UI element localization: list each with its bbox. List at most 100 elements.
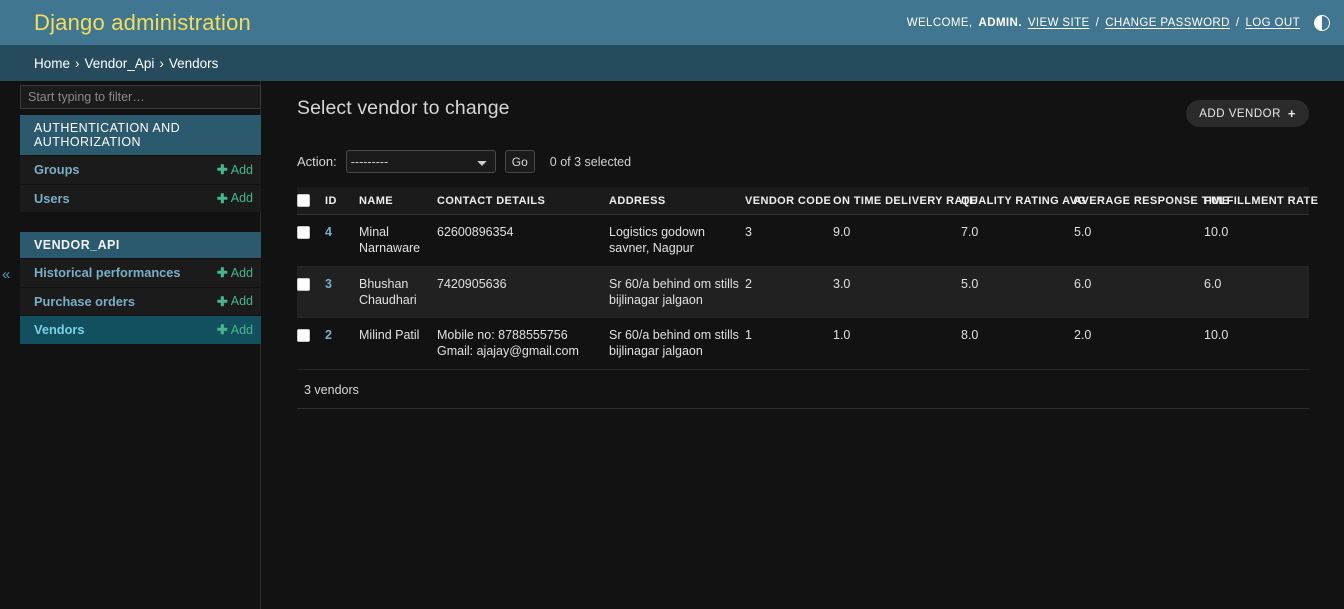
row-select-cell <box>297 214 325 267</box>
view-site-link[interactable]: VIEW SITE <box>1028 17 1090 29</box>
sidebar-app-gap <box>20 212 261 226</box>
plus-icon: ✚ <box>216 293 228 309</box>
plus-icon: + <box>1287 106 1296 121</box>
sidebar-add-link[interactable]: ✚ Add <box>217 266 253 280</box>
column-header-contact-details[interactable]: CONTACT DETAILS <box>437 187 609 215</box>
table-header-row: ID NAME CONTACT DETAILS ADDRESS VENDOR C… <box>297 187 1318 215</box>
column-header-name[interactable]: NAME <box>359 187 437 215</box>
site-branding: Django administration <box>34 9 251 35</box>
sidebar-item-label[interactable]: Purchase orders <box>34 294 135 309</box>
cell-average-response-time: 2.0 <box>1074 317 1204 370</box>
row-edit-link[interactable]: 3 <box>325 277 332 291</box>
cell-contact-details: 7420905636 <box>437 266 609 318</box>
sidebar-inner: AUTHENTICATION AND AUTHORIZATIONGroups✚A… <box>20 81 261 344</box>
sidebar: AUTHENTICATION AND AUTHORIZATIONGroups✚A… <box>0 81 261 609</box>
table-row: 2 Milind Patil Mobile no: 8788555756 Gmail… <box>297 317 1309 370</box>
results-table-head: ID NAME CONTACT DETAILS ADDRESS VENDOR C… <box>297 187 1318 215</box>
cell-average-response-time: 5.0 <box>1074 214 1204 267</box>
sidebar-item-label[interactable]: Groups <box>34 162 80 177</box>
sidebar-filter-input[interactable] <box>20 85 261 109</box>
sidebar-item-label[interactable]: Users <box>34 191 70 206</box>
user-tools-separator-2: / <box>1235 16 1240 29</box>
sidebar-item-purchase-orders[interactable]: Purchase orders ✚ Add <box>20 286 261 315</box>
select-all-checkbox[interactable] <box>297 194 310 207</box>
add-vendor-label: ADD VENDOR <box>1199 107 1281 120</box>
sidebar-collapse-icon[interactable]: « <box>2 267 10 282</box>
row-edit-link[interactable]: 2 <box>325 328 332 342</box>
action-label: Action: <box>297 154 337 169</box>
content-main: Select vendor to change ADD VENDOR + Act… <box>261 81 1344 609</box>
column-header-quality-rating-avg[interactable]: QUALITY RATING AVG <box>961 187 1086 215</box>
cell-vendor-code: 1 <box>745 317 833 370</box>
content-header: Select vendor to change ADD VENDOR + <box>297 81 1309 127</box>
username-label: ADMIN. <box>978 16 1022 29</box>
sidebar-add-link[interactable]: ✚ Add <box>217 294 253 308</box>
breadcrumb: Home › Vendor_Api › Vendors <box>0 45 1344 81</box>
sidebar-item-historical-performances[interactable]: Historical performances ✚ Add <box>20 258 261 287</box>
row-select-cell <box>297 317 325 370</box>
cell-on-time-delivery-rate: 1.0 <box>833 317 961 370</box>
plus-icon: ✚ <box>216 265 228 281</box>
table-row: 3 Bhushan Chaudhari 7420905636 Sr 60/a behi… <box>297 266 1309 318</box>
row-select-checkbox[interactable] <box>297 226 310 240</box>
cell-vendor-code: 2 <box>745 266 833 318</box>
table-row: 4 Minal Narnaware 62600896354 Logistics god… <box>297 214 1309 267</box>
sidebar-add-label: Add <box>230 322 253 337</box>
cell-on-time-delivery-rate: 9.0 <box>833 214 961 267</box>
plus-icon: ✚ <box>216 322 228 338</box>
object-tools: ADD VENDOR + <box>1186 97 1309 127</box>
breadcrumb-app[interactable]: Vendor_Api <box>85 56 155 71</box>
action-counter: 0 of 3 selected <box>549 154 632 169</box>
sidebar-add-link[interactable]: ✚ Add <box>217 163 253 177</box>
sidebar-item-vendors[interactable]: Vendors ✚ Add <box>20 315 261 344</box>
sidebar-app-list: AUTHENTICATION AND AUTHORIZATION Groups ✚ A… <box>20 115 261 344</box>
change-password-link[interactable]: CHANGE PASSWORD <box>1105 17 1230 29</box>
row-select-checkbox[interactable] <box>297 277 310 291</box>
sidebar-item-label[interactable]: Vendors <box>34 322 85 337</box>
breadcrumb-home[interactable]: Home <box>34 56 70 71</box>
sidebar-item-users[interactable]: Users ✚ Add <box>20 183 261 212</box>
cell-name: Bhushan Chaudhari <box>359 266 437 318</box>
main-shell: AUTHENTICATION AND AUTHORIZATIONGroups✚A… <box>0 81 1344 609</box>
cell-id: 3 <box>325 266 359 318</box>
column-header-fulfillment-rate[interactable]: FULFILLMENT RATE <box>1204 187 1318 215</box>
sidebar-app-title[interactable]: VENDOR_API <box>20 232 261 258</box>
row-select-checkbox[interactable] <box>297 329 310 343</box>
user-tools-separator-1: / <box>1095 16 1100 29</box>
sidebar-app-title[interactable]: AUTHENTICATION AND AUTHORIZATION <box>20 115 261 155</box>
cell-name: Milind Patil <box>359 317 437 370</box>
sidebar-item-label[interactable]: Historical performances <box>34 265 181 280</box>
column-header-address[interactable]: ADDRESS <box>609 187 745 215</box>
sidebar-add-link[interactable]: ✚ Add <box>217 191 253 205</box>
cell-fulfillment-rate: 10.0 <box>1204 317 1309 370</box>
cell-address: Sr 60/a behind om stills bijlinagar jalg… <box>609 317 745 370</box>
sidebar-item-groups[interactable]: Groups ✚ Add <box>20 155 261 184</box>
sidebar-add-link[interactable]: ✚ Add <box>217 323 253 337</box>
sidebar-add-label: Add <box>230 294 253 309</box>
cell-name: Minal Narnaware <box>359 214 437 267</box>
action-select[interactable]: ---------Delete selected vendors <box>345 150 496 173</box>
cell-quality-rating-avg: 5.0 <box>961 266 1074 318</box>
cell-address: Sr 60/a behind om stills bijlinagar jalg… <box>609 266 745 318</box>
cell-average-response-time: 6.0 <box>1074 266 1204 318</box>
row-edit-link[interactable]: 4 <box>325 225 332 239</box>
add-vendor-button[interactable]: ADD VENDOR + <box>1186 100 1309 127</box>
breadcrumb-separator-2: › <box>159 55 164 71</box>
cell-address: Logistics godown savner, Nagpur <box>609 214 745 267</box>
sidebar-add-label: Add <box>230 265 253 280</box>
cell-vendor-code: 3 <box>745 214 833 267</box>
column-header-id[interactable]: ID <box>325 187 359 215</box>
cell-fulfillment-rate: 6.0 <box>1204 266 1309 318</box>
column-header-on-time-delivery-rate[interactable]: ON TIME DELIVERY RATE <box>833 187 976 215</box>
theme-toggle-icon[interactable] <box>1314 14 1330 31</box>
sidebar-add-label: Add <box>230 191 253 206</box>
column-header-vendor-code[interactable]: VENDOR CODE <box>745 187 833 215</box>
cell-contact-details: Mobile no: 8788555756 Gmail: ajajay@gmai… <box>437 317 609 370</box>
cell-id: 4 <box>325 214 359 267</box>
go-button[interactable]: Go <box>504 150 535 173</box>
column-header-average-response-time[interactable]: AVERAGE RESPONSE TIME <box>1074 187 1229 215</box>
paginator: 3 vendors <box>297 370 1309 409</box>
log-out-link[interactable]: LOG OUT <box>1245 17 1300 29</box>
plus-icon: ✚ <box>216 190 228 206</box>
user-tools: WELCOME, ADMIN. VIEW SITE / CHANGE PASSW… <box>907 14 1330 31</box>
